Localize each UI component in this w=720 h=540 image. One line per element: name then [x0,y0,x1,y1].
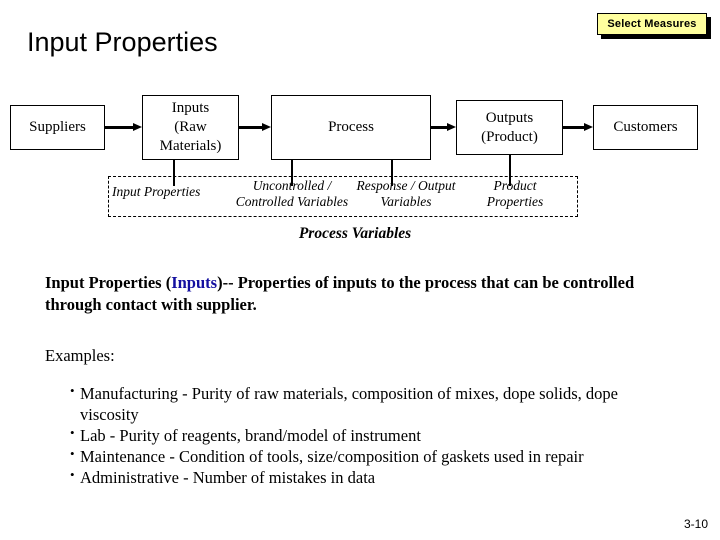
box-label-line: (Product) [481,128,538,145]
definition-highlight: Inputs [171,273,218,292]
page-title: Input Properties [27,27,218,57]
examples-list: Manufacturing - Purity of raw materials,… [45,366,677,489]
list-item: Maintenance - Condition of tools, size/c… [70,446,677,468]
slide-canvas: Select Measures Input Properties Supplie… [0,0,720,540]
select-measures-button[interactable]: Select Measures [597,13,707,35]
arrow-process-to-outputs [431,123,456,132]
sipoc-diagram: Suppliers Inputs (Raw Materials) Process [0,95,720,246]
diagram-box-inputs: Inputs (Raw Materials) [142,95,239,160]
box-label-line: Customers [613,119,678,136]
list-item: Administrative - Number of mistakes in d… [70,467,677,489]
diagram-box-suppliers: Suppliers [10,105,105,150]
diagram-box-outputs: Outputs (Product) [456,100,563,155]
box-label-line: Process [328,119,374,136]
diagram-box-customers: Customers [593,105,698,150]
pv-label-line: Product [493,178,537,193]
pv-label-line: Controlled Variables [235,193,349,209]
process-variable-input-properties: Input Properties [112,184,236,200]
body-content: Input Properties (Inputs)-- Properties o… [45,272,677,489]
process-variables-caption: Process Variables [298,225,412,242]
pv-label-line: Variables [380,193,432,209]
diagram-box-process: Process [271,95,431,160]
arrow-suppliers-to-inputs [105,123,142,132]
definition-paragraph: Input Properties (Inputs)-- Properties o… [45,272,677,316]
box-label-line: Materials) [159,137,222,154]
definition-open-paren: ( [161,273,172,292]
process-variable-uncontrolled-controlled: Uncontrolled / Controlled Variables [228,178,356,209]
process-variable-product-properties: Product Properties [470,178,560,209]
pv-label-line: Properties [486,193,544,209]
examples-label: Examples: [45,345,115,365]
list-item: Manufacturing - Purity of raw materials,… [70,383,677,426]
pv-label-line: Response / Output [356,178,456,193]
box-label-line: Outputs [485,109,534,126]
arrow-outputs-to-customers [563,123,593,132]
select-measures-button-wrapper: Select Measures [597,13,711,39]
box-label-line: Suppliers [29,119,86,136]
pv-label-line: Uncontrolled / [252,178,332,193]
list-item: Lab - Purity of reagents, brand/model of… [70,425,677,447]
box-label-line: Inputs [171,100,210,117]
definition-term: Input Properties [45,273,162,292]
pv-label-line: Input Properties [112,184,201,199]
process-variable-response-output: Response / Output Variables [345,178,467,209]
arrow-inputs-to-process [239,123,271,132]
page-number: 3-10 [683,517,708,531]
box-label-line: (Raw [174,119,207,136]
